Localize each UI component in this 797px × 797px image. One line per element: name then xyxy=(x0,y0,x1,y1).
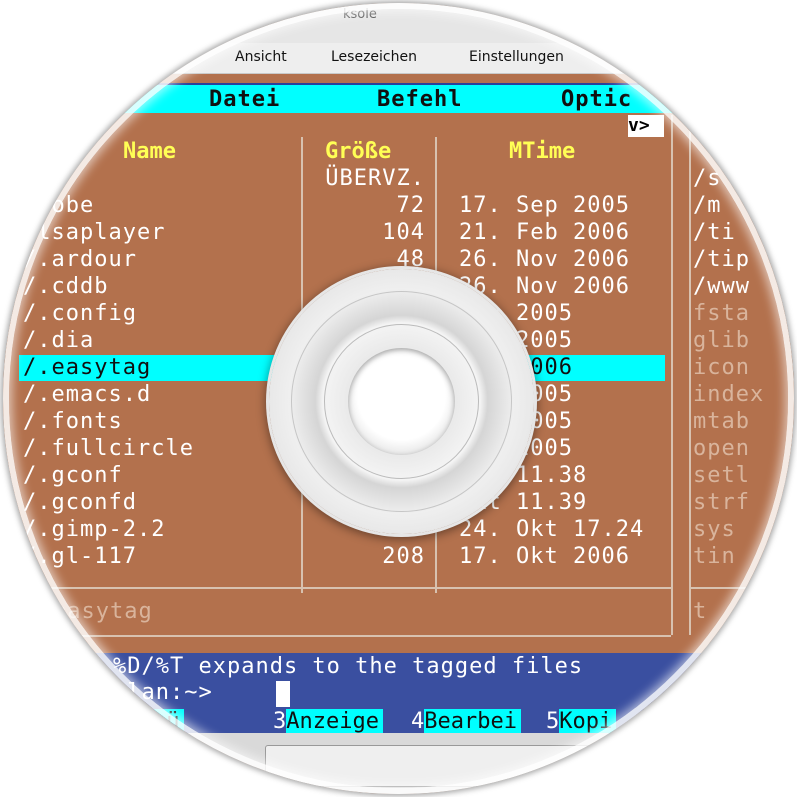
disc-rim xyxy=(3,3,794,794)
cd-artwork: ksole Ansicht Lesezeichen Einstellungen … xyxy=(0,0,797,797)
